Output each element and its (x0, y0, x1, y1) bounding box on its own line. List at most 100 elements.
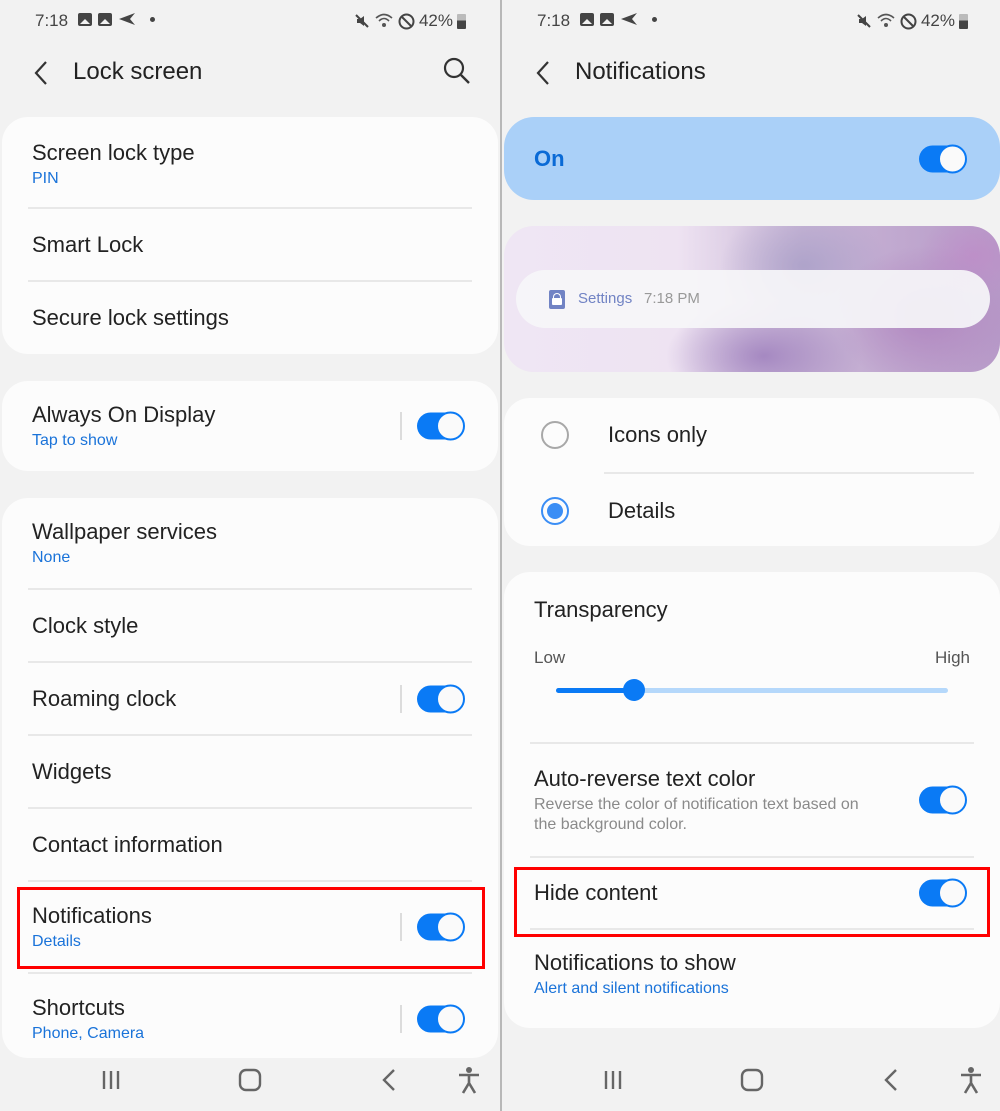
status-time: 7:18 (537, 11, 571, 30)
icons-only-option[interactable]: Icons only (504, 398, 1000, 472)
image-icon (98, 12, 112, 26)
roaming-clock-toggle[interactable] (417, 684, 465, 713)
app-bar: Notifications (502, 42, 1000, 104)
smart-lock-item[interactable]: Smart Lock (2, 209, 498, 280)
separator (400, 412, 402, 440)
option-label: Icons only (608, 422, 708, 447)
back-button[interactable] (532, 56, 556, 90)
item-subtitle: Alert and silent notifications (534, 980, 729, 997)
shortcuts-item[interactable]: Shortcuts Phone, Camera (2, 974, 498, 1058)
navigation-bar (0, 1047, 500, 1111)
auto-reverse-toggle[interactable] (919, 785, 967, 815)
display-group: Wallpaper services None Clock style Roam… (2, 498, 498, 1058)
wifi-icon (375, 13, 393, 27)
back-button[interactable] (30, 56, 54, 90)
roaming-clock-item[interactable]: Roaming clock (2, 663, 498, 734)
lock-icon (549, 290, 565, 309)
wifi-icon (877, 13, 895, 27)
send-icon (119, 13, 135, 25)
home-button[interactable] (235, 1065, 265, 1095)
image-icon (78, 12, 92, 26)
item-title: Wallpaper services (32, 519, 218, 544)
master-switch-bar[interactable]: On (504, 117, 1000, 200)
item-description: Reverse the color of notification text b… (534, 796, 859, 833)
details-option[interactable]: Details (504, 474, 1000, 546)
always-on-display-toggle[interactable] (417, 411, 465, 441)
transparency-slider[interactable] (556, 679, 948, 701)
auto-reverse-item[interactable]: Auto-reverse text color Reverse the colo… (504, 744, 1000, 856)
mute-icon (857, 14, 871, 28)
home-button[interactable] (737, 1065, 767, 1095)
separator (400, 1005, 402, 1033)
item-title: Auto-reverse text color (534, 766, 756, 791)
notifications-to-show-item[interactable]: Notifications to show Alert and silent n… (504, 930, 1000, 1018)
transparency-header: Transparency (504, 572, 1000, 642)
widgets-item[interactable]: Widgets (2, 736, 498, 807)
mute-icon (355, 14, 369, 28)
do-not-disturb-icon (398, 13, 415, 29)
slider-high-label: High (935, 648, 970, 667)
preview-time: 7:18 PM (644, 290, 700, 307)
always-on-display-item[interactable]: Always On Display Tap to show (2, 381, 498, 471)
search-button[interactable] (442, 56, 472, 86)
status-bar: 7:18 42% (502, 0, 1000, 42)
page-title: Lock screen (73, 58, 203, 85)
settings-group: Transparency Low High Auto-reverse text … (504, 572, 1000, 1028)
item-title: Screen lock type (32, 140, 195, 165)
back-nav-button[interactable] (375, 1065, 405, 1095)
battery-icon (457, 13, 466, 29)
item-title: Smart Lock (32, 231, 144, 257)
page-title: Notifications (575, 58, 706, 85)
image-icon (600, 12, 614, 26)
transparency-title: Transparency (534, 597, 668, 622)
notification-preview: Settings 7:18 PM (504, 226, 1000, 372)
item-title: Contact information (32, 831, 223, 857)
item-subtitle: PIN (32, 170, 59, 187)
slider-low-label: Low (534, 648, 566, 667)
hide-content-item[interactable]: Hide content (504, 858, 1000, 928)
icons-only-radio[interactable] (541, 421, 569, 449)
separator (400, 684, 402, 713)
dot-icon (150, 16, 155, 22)
separator (400, 913, 402, 941)
status-bar: 7:18 42% (0, 0, 500, 42)
screen-lock-type-item[interactable]: Screen lock type PIN (2, 117, 498, 207)
shortcuts-toggle[interactable] (417, 1004, 465, 1034)
battery-percent: 42% (920, 11, 955, 30)
transparency-slider-area: Low High (504, 642, 1000, 742)
item-title: Clock style (32, 612, 139, 638)
item-title: Widgets (32, 758, 112, 784)
dot-icon (652, 16, 657, 22)
do-not-disturb-icon (900, 13, 917, 29)
status-time: 7:18 (35, 11, 69, 30)
style-group: Icons only Details (504, 398, 1000, 546)
recent-apps-button[interactable] (598, 1065, 628, 1095)
accessibility-button[interactable] (454, 1065, 484, 1095)
recent-apps-button[interactable] (96, 1065, 126, 1095)
accessibility-button[interactable] (956, 1065, 986, 1095)
secure-lock-settings-item[interactable]: Secure lock settings (2, 282, 498, 354)
master-switch-label: On (534, 146, 565, 171)
back-nav-button[interactable] (877, 1065, 907, 1095)
slider-thumb[interactable] (623, 679, 646, 701)
notifications-toggle[interactable] (417, 912, 465, 942)
item-subtitle: None (32, 549, 71, 566)
send-icon (621, 13, 637, 25)
contact-information-item[interactable]: Contact information (2, 809, 498, 880)
notifications-item[interactable]: Notifications Details (2, 882, 498, 972)
security-group: Screen lock type PIN Smart Lock Secure l… (2, 117, 498, 354)
battery-percent: 42% (418, 11, 453, 30)
app-bar: Lock screen (0, 42, 500, 104)
notifications-panel: 7:18 42% Notifications On Settings 7:18 … (500, 0, 1000, 1111)
battery-icon (959, 13, 968, 29)
details-radio[interactable] (541, 497, 569, 525)
preview-notification: Settings 7:18 PM (516, 270, 990, 328)
item-title: Secure lock settings (32, 305, 229, 330)
item-title: Notifications to show (534, 950, 736, 975)
preview-app-name: Settings (578, 290, 633, 307)
wallpaper-services-item[interactable]: Wallpaper services None (2, 498, 498, 588)
clock-style-item[interactable]: Clock style (2, 590, 498, 661)
hide-content-toggle[interactable] (919, 878, 967, 908)
master-toggle[interactable] (919, 144, 967, 173)
aod-group: Always On Display Tap to show (2, 381, 498, 471)
